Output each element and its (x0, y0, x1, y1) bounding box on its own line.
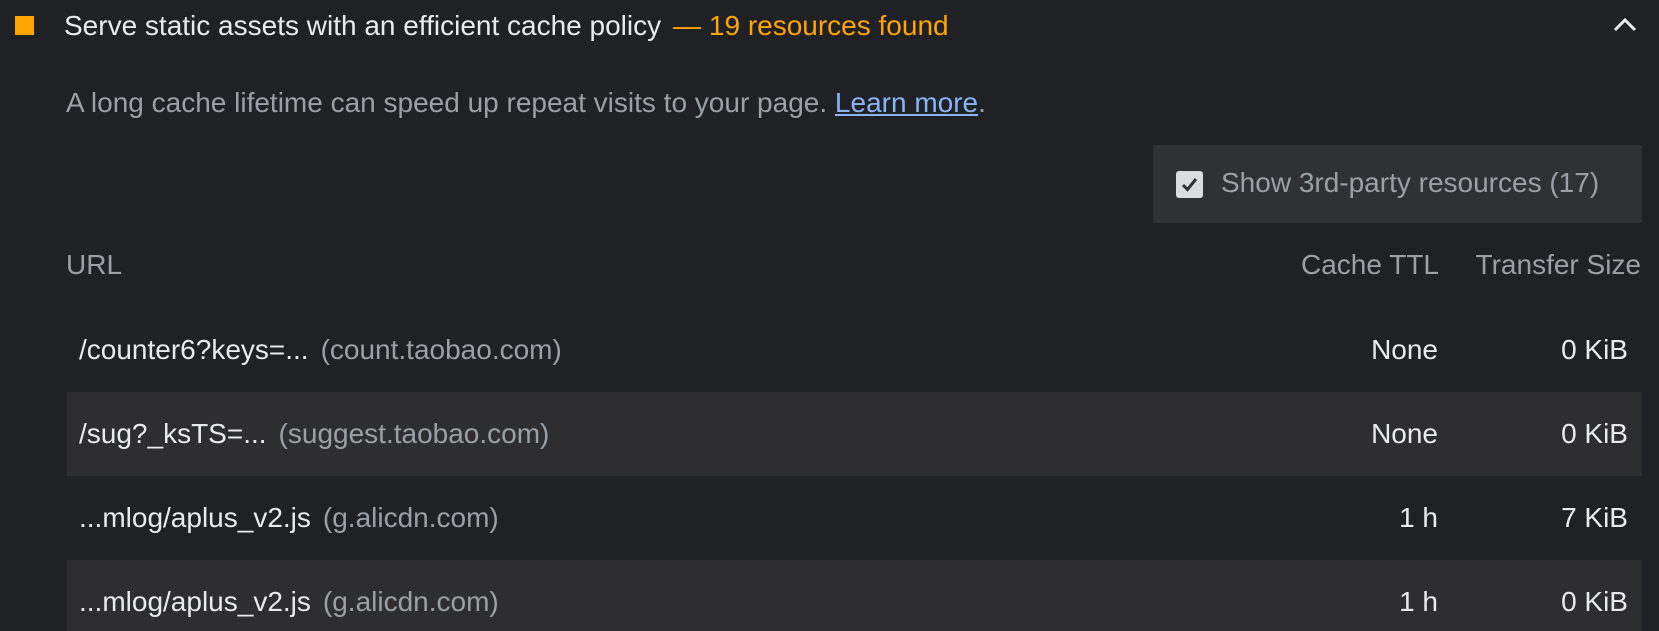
url-cell[interactable]: /counter6?keys=... (count.taobao.com) (79, 308, 562, 392)
table-row: /sug?_ksTS=... (suggest.taobao.com) None … (67, 392, 1642, 476)
description-end: . (978, 87, 986, 118)
table-header: URL Cache TTL Transfer Size (0, 247, 1659, 287)
learn-more-link[interactable]: Learn more (835, 87, 978, 118)
transfer-size-cell: 0 KiB (1561, 418, 1628, 449)
audit-title-text: Serve static assets with an efficient ca… (64, 10, 662, 41)
audit-description: A long cache lifetime can speed up repea… (66, 86, 986, 120)
column-header-transfer-size: Transfer Size (1475, 249, 1641, 280)
url-path: /counter6?keys=... (79, 334, 309, 365)
warning-status-icon (15, 16, 34, 35)
url-cell[interactable]: ...mlog/aplus_v2.js (g.alicdn.com) (79, 560, 499, 631)
audit-header[interactable]: Serve static assets with an efficient ca… (0, 0, 1659, 52)
show-third-party-checkbox[interactable] (1176, 171, 1203, 198)
column-header-cache-ttl: Cache TTL (1301, 249, 1439, 280)
cache-ttl-cell: 1 h (1399, 586, 1438, 617)
table-row: ...mlog/aplus_v2.js (g.alicdn.com) 1 h 7 … (67, 476, 1642, 560)
transfer-size-cell: 0 KiB (1561, 334, 1628, 365)
url-host: (count.taobao.com) (320, 334, 562, 365)
cache-ttl-cell: 1 h (1399, 502, 1438, 533)
cache-ttl-cell: None (1371, 418, 1438, 449)
audit-panel: Serve static assets with an efficient ca… (0, 0, 1659, 631)
url-host: (suggest.taobao.com) (278, 418, 550, 449)
url-host: (g.alicdn.com) (322, 502, 499, 533)
transfer-size-cell: 0 KiB (1561, 586, 1628, 617)
resource-table: /counter6?keys=... (count.taobao.com) Non… (67, 308, 1642, 631)
column-header-url: URL (66, 249, 123, 280)
url-path: ...mlog/aplus_v2.js (79, 586, 311, 617)
description-text: A long cache lifetime can speed up repea… (66, 87, 828, 118)
cache-ttl-cell: None (1371, 334, 1438, 365)
third-party-filter[interactable]: Show 3rd-party resources (17) (1153, 145, 1642, 223)
chevron-up-icon[interactable] (1612, 14, 1638, 36)
url-host: (g.alicdn.com) (322, 586, 499, 617)
url-path: ...mlog/aplus_v2.js (79, 502, 311, 533)
check-icon (1181, 178, 1198, 192)
audit-title: Serve static assets with an efficient ca… (64, 10, 949, 42)
url-cell[interactable]: /sug?_ksTS=... (suggest.taobao.com) (79, 392, 549, 476)
audit-display-value: — 19 resources found (673, 10, 949, 41)
url-path: /sug?_ksTS=... (79, 418, 267, 449)
url-cell[interactable]: ...mlog/aplus_v2.js (g.alicdn.com) (79, 476, 499, 560)
table-row: ...mlog/aplus_v2.js (g.alicdn.com) 1 h 0 … (67, 560, 1642, 631)
table-row: /counter6?keys=... (count.taobao.com) Non… (67, 308, 1642, 392)
transfer-size-cell: 7 KiB (1561, 502, 1628, 533)
show-third-party-label[interactable]: Show 3rd-party resources (17) (1221, 166, 1599, 200)
